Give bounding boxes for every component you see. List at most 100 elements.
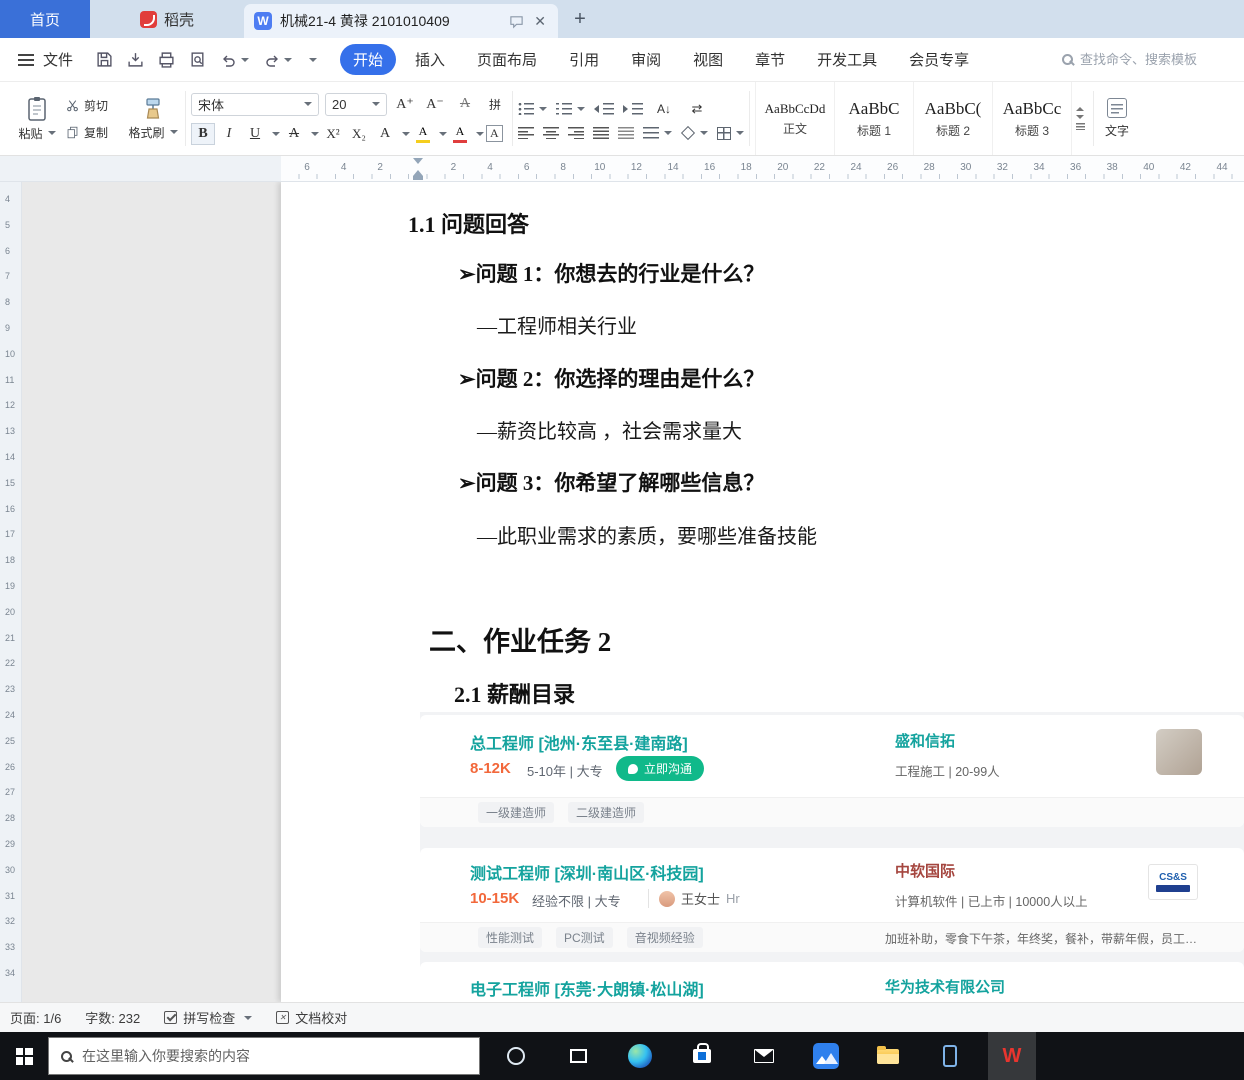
align-left-button[interactable] (518, 127, 534, 139)
tab-insert[interactable]: 插入 (402, 44, 458, 75)
job-tag[interactable]: PC测试 (556, 927, 613, 948)
tab-home[interactable]: 首页 (0, 0, 90, 38)
redo-dropdown-caret[interactable] (284, 58, 292, 62)
font-color-caret[interactable] (476, 132, 484, 136)
proofread-button[interactable]: ✕ 文档校对 (276, 1008, 347, 1027)
numbered-list-button[interactable] (556, 103, 585, 115)
highlight-button[interactable]: A (412, 123, 434, 145)
superscript-button[interactable]: X² (321, 123, 345, 145)
font-color-button[interactable]: A (449, 123, 471, 145)
edge-button[interactable] (616, 1032, 664, 1080)
job-title[interactable]: 总工程师 [池州·东至县·建南路] (470, 730, 688, 754)
company-name[interactable]: 中软国际 (895, 860, 955, 881)
cut-button[interactable]: 剪切 (66, 97, 124, 114)
company-name[interactable]: 华为技术有限公司 (885, 976, 1005, 997)
spellcheck-caret[interactable] (244, 1016, 252, 1020)
new-tab-button[interactable]: + (558, 0, 602, 38)
command-search[interactable] (1062, 52, 1230, 67)
save-button[interactable] (96, 51, 113, 68)
borders-button[interactable] (717, 127, 744, 140)
strikethrough-button[interactable]: A (282, 123, 306, 145)
taskbar-search[interactable] (48, 1037, 480, 1075)
file-menu[interactable]: 文件 (43, 49, 73, 70)
bold-button[interactable]: B (191, 123, 215, 145)
font-size-select[interactable]: 20 (325, 93, 387, 116)
subscript-button[interactable]: X₂ (347, 123, 371, 145)
tab-review[interactable]: 审阅 (618, 44, 674, 75)
style-heading1[interactable]: AaBbC 标题 1 (834, 82, 913, 155)
style-heading2[interactable]: AaBbC( 标题 2 (913, 82, 992, 155)
style-heading3[interactable]: AaBbCc 标题 3 (992, 82, 1071, 155)
job-tag[interactable]: 性能测试 (478, 927, 542, 948)
italic-button[interactable]: I (217, 123, 241, 145)
text-direction-button[interactable]: ⇄ (685, 98, 709, 120)
job-title[interactable]: 电子工程师 [东莞·大朗镇·松山湖] (470, 976, 704, 1000)
align-distribute-button[interactable] (618, 127, 634, 139)
increase-indent-button[interactable] (623, 103, 643, 115)
tab-developer[interactable]: 开发工具 (804, 44, 890, 75)
shading-button[interactable] (681, 128, 708, 138)
highlight-caret[interactable] (439, 132, 447, 136)
styles-menu[interactable] (1076, 123, 1085, 130)
chat-now-button[interactable]: 立即沟通 (616, 756, 704, 781)
job-title[interactable]: 测试工程师 [深圳·南山区·科技园] (470, 860, 704, 884)
wps-office-button[interactable]: W (988, 1032, 1036, 1080)
undo-button[interactable] (220, 52, 249, 68)
job-tag[interactable]: 音视频经验 (627, 927, 703, 948)
format-painter-button[interactable]: 格式刷 (126, 97, 180, 141)
tab-member[interactable]: 会员专享 (896, 44, 982, 75)
company-name[interactable]: 盛和信拓 (895, 730, 955, 751)
toolbar-options-caret[interactable] (306, 58, 317, 62)
print-button[interactable] (158, 51, 175, 68)
command-search-input[interactable] (1080, 52, 1230, 67)
align-justify-button[interactable] (593, 127, 609, 139)
job-tag[interactable]: 二级建造师 (568, 802, 644, 823)
comment-icon[interactable] (509, 14, 524, 29)
phonetic-guide-button[interactable]: 拼 (483, 93, 507, 115)
file-explorer-button[interactable] (864, 1032, 912, 1080)
export-button[interactable] (127, 51, 144, 68)
align-right-button[interactable] (568, 127, 584, 139)
tab-view[interactable]: 视图 (680, 44, 736, 75)
bullet-list-button[interactable] (518, 103, 547, 115)
hamburger-menu-icon[interactable] (18, 54, 34, 66)
indent-marker[interactable] (413, 158, 423, 180)
document-page[interactable]: 1.1 问题回答 ➢问题 1：你想去的行业是什么？ —工程师相关行业 ➢问题 2… (281, 182, 1244, 1002)
sort-button[interactable]: A↓ (652, 98, 676, 120)
docs-app-button[interactable] (802, 1032, 850, 1080)
copy-button[interactable]: 复制 (66, 124, 124, 141)
tab-docer[interactable]: 稻壳 (90, 0, 244, 38)
tab-document[interactable]: W 机械21-4 黄禄 2101010409 ✕ (244, 4, 558, 38)
print-preview-button[interactable] (189, 51, 206, 68)
tab-page-layout[interactable]: 页面布局 (464, 44, 550, 75)
store-button[interactable] (678, 1032, 726, 1080)
spellcheck-toggle[interactable]: 拼写检查 (164, 1008, 252, 1027)
underline-caret[interactable] (272, 132, 280, 136)
style-normal[interactable]: AaBbCcDd 正文 (755, 82, 834, 155)
decrease-indent-button[interactable] (594, 103, 614, 115)
line-spacing-button[interactable] (643, 127, 672, 139)
mail-button[interactable] (740, 1032, 788, 1080)
your-phone-button[interactable] (926, 1032, 974, 1080)
tab-section[interactable]: 章节 (742, 44, 798, 75)
cortana-button[interactable] (492, 1032, 540, 1080)
tab-start[interactable]: 开始 (340, 44, 396, 75)
redo-button[interactable] (263, 52, 292, 68)
grow-font-button[interactable]: A⁺ (393, 93, 417, 115)
task-view-button[interactable] (554, 1032, 602, 1080)
start-button[interactable] (0, 1032, 48, 1080)
tab-references[interactable]: 引用 (556, 44, 612, 75)
font-name-select[interactable]: 宋体 (191, 93, 319, 116)
horizontal-ruler[interactable]: 6422468101214161820222426283032343638404… (22, 156, 1244, 182)
undo-dropdown-caret[interactable] (241, 58, 249, 62)
taskbar-search-input[interactable] (82, 1048, 467, 1064)
styles-scroll-down[interactable] (1076, 115, 1084, 119)
vertical-ruler[interactable]: 4567891011121314151617181920212223242526… (0, 182, 22, 1002)
job-contact[interactable]: 王女士 Hr (648, 889, 740, 908)
job-tag[interactable]: 一级建造师 (478, 802, 554, 823)
job-card[interactable]: 测试工程师 [深圳·南山区·科技园] 10-15K 经验不限 | 大专 王女士 … (420, 848, 1244, 952)
shrink-font-button[interactable]: A⁻ (423, 93, 447, 115)
strikethrough-caret[interactable] (311, 132, 319, 136)
styles-scroll-up[interactable] (1076, 107, 1084, 111)
job-card[interactable]: 总工程师 [池州·东至县·建南路] 8-12K 5-10年 | 大专 立即沟通 … (420, 715, 1244, 827)
